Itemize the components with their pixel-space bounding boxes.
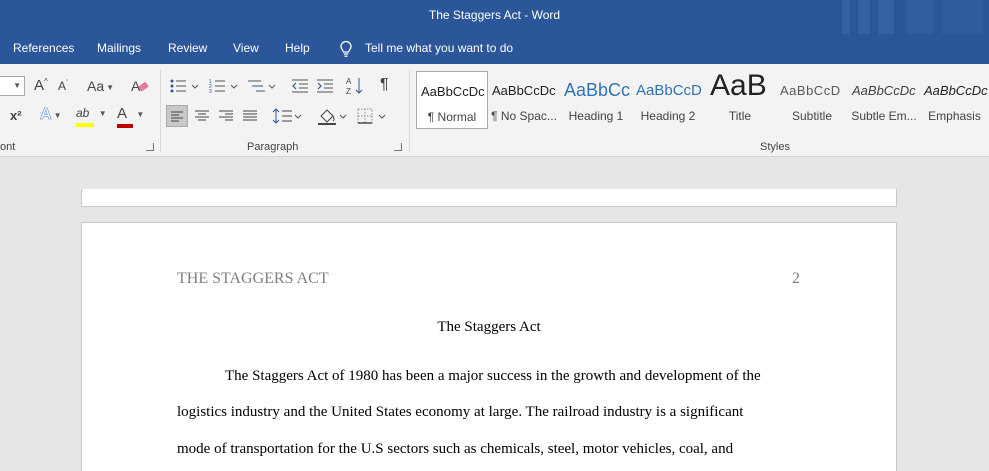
group-separator — [160, 70, 161, 152]
borders-icon[interactable] — [356, 107, 388, 125]
increase-indent-icon[interactable] — [316, 78, 334, 94]
text-effects-button[interactable]: A ▼ — [40, 106, 62, 124]
style-sample: AaBbCcD — [780, 83, 841, 98]
sort-icon[interactable]: AZ — [346, 76, 364, 96]
paragraph-dialog-launcher[interactable] — [394, 143, 402, 151]
svg-text:3: 3 — [209, 89, 212, 94]
tab-help[interactable]: Help — [285, 41, 310, 55]
group-separator — [409, 70, 410, 152]
style-emphasis[interactable]: AaBbCcDc Emphasis — [920, 71, 989, 129]
style-name: Heading 1 — [568, 109, 624, 123]
paragraph-line: The Staggers Act of 1980 has been a majo… — [225, 368, 761, 384]
font-color-icon: A — [117, 105, 127, 122]
tab-mailings[interactable]: Mailings — [97, 41, 141, 55]
multilevel-list-icon[interactable] — [247, 78, 277, 94]
font-dialog-launcher[interactable] — [146, 143, 154, 151]
document-page[interactable]: THE STAGGERS ACT 2 The Staggers Act The … — [81, 222, 897, 471]
style-name: Subtle Em... — [851, 109, 917, 123]
ribbon: ▼ A^ Aˇ Aa▼ A x² A▼ ab ▼ A ▼ ont 1 2 3 — [0, 64, 989, 157]
style-name: Title — [728, 109, 752, 123]
arrow-down-icon: ˇ — [66, 80, 69, 87]
lightbulb-icon[interactable] — [339, 40, 353, 58]
style-subtitle[interactable]: AaBbCcD Subtitle — [776, 71, 848, 129]
text-effects-icon: A — [40, 106, 52, 124]
window-title: The Staggers Act - Word — [428, 8, 561, 22]
style-heading-1[interactable]: AaBbCc Heading 1 — [560, 71, 632, 129]
font-group-label: ont — [0, 141, 16, 153]
shrink-font-button[interactable]: Aˇ — [58, 79, 68, 93]
paragraph-line: logistics industry and the United States… — [177, 404, 744, 420]
superscript-button[interactable]: x² — [10, 108, 22, 123]
style-title[interactable]: AaB Title — [704, 71, 776, 129]
highlight-color-swatch — [76, 123, 94, 127]
align-left-button[interactable] — [166, 105, 188, 127]
style-subtle-emphasis[interactable]: AaBbCcDc Subtle Em... — [848, 71, 920, 129]
svg-text:Z: Z — [346, 87, 351, 96]
style-sample: AaB — [710, 71, 767, 102]
style-sample: AaBbCcD — [636, 82, 702, 99]
style-name: Subtitle — [791, 109, 833, 123]
running-head: THE STAGGERS ACT — [177, 270, 329, 287]
tab-references[interactable]: References — [13, 41, 74, 55]
change-case-button[interactable]: Aa ▼ — [87, 78, 114, 94]
paragraph-group-label: Paragraph — [247, 141, 299, 153]
style-sample: AaBbCcDc — [421, 84, 485, 99]
bullets-icon[interactable] — [170, 78, 200, 94]
document-title: The Staggers Act — [437, 319, 541, 335]
font-color-button[interactable]: A ▼ — [117, 105, 145, 128]
font-size-dropdown[interactable]: ▼ — [0, 76, 25, 96]
show-formatting-marks-button[interactable]: ¶ — [380, 76, 389, 94]
tell-me-search[interactable]: Tell me what you want to do — [365, 41, 513, 55]
line-spacing-icon[interactable] — [272, 107, 302, 125]
align-right-icon[interactable] — [217, 107, 235, 125]
grow-font-button[interactable]: A^ — [34, 77, 48, 94]
chevron-down-icon: ▼ — [98, 109, 107, 118]
chevron-down-icon: ▼ — [13, 81, 21, 90]
styles-group-label: Styles — [760, 141, 790, 153]
align-center-icon[interactable] — [193, 107, 211, 125]
shading-icon[interactable] — [317, 106, 349, 126]
chevron-down-icon: ▼ — [53, 111, 62, 120]
highlighter-icon: ab — [76, 106, 90, 120]
align-left-icon — [171, 111, 183, 122]
decrease-indent-icon[interactable] — [291, 78, 309, 94]
style-name: Heading 2 — [640, 109, 696, 123]
style-sample: AaBbCc — [564, 80, 631, 100]
previous-page-bottom — [81, 189, 897, 207]
style-sample: AaBbCcDc — [924, 83, 988, 98]
justify-icon[interactable] — [241, 107, 259, 125]
style-heading-2[interactable]: AaBbCcD Heading 2 — [632, 71, 704, 129]
page-number: 2 — [792, 270, 800, 287]
chevron-down-icon: ▼ — [136, 110, 145, 119]
style-no-spacing[interactable]: AaBbCcDc ¶ No Spac... — [488, 71, 560, 129]
style-name: Emphasis — [928, 109, 981, 123]
svg-text:A: A — [346, 77, 352, 86]
numbering-icon[interactable]: 1 2 3 — [209, 78, 239, 94]
tab-view[interactable]: View — [233, 41, 259, 55]
paragraph-line: mode of transportation for the U.S secto… — [177, 441, 734, 457]
title-bar: The Staggers Act - Word — [0, 0, 989, 34]
clear-formatting-icon[interactable]: A — [131, 78, 149, 94]
font-color-swatch — [117, 124, 133, 128]
tab-review[interactable]: Review — [168, 41, 207, 55]
chevron-down-icon: ▼ — [106, 83, 115, 92]
style-name: ¶ Normal — [427, 110, 477, 124]
ribbon-tabs: References Mailings Review View Help Tel… — [0, 34, 989, 64]
arrow-up-icon: ^ — [44, 77, 48, 86]
highlight-color-button[interactable]: ab ▼ — [76, 106, 107, 127]
style-name: ¶ No Spac... — [491, 109, 557, 123]
style-normal[interactable]: AaBbCcDc ¶ Normal — [416, 71, 488, 129]
style-sample: AaBbCcDc — [492, 83, 556, 98]
style-sample: AaBbCcDc — [852, 83, 916, 98]
